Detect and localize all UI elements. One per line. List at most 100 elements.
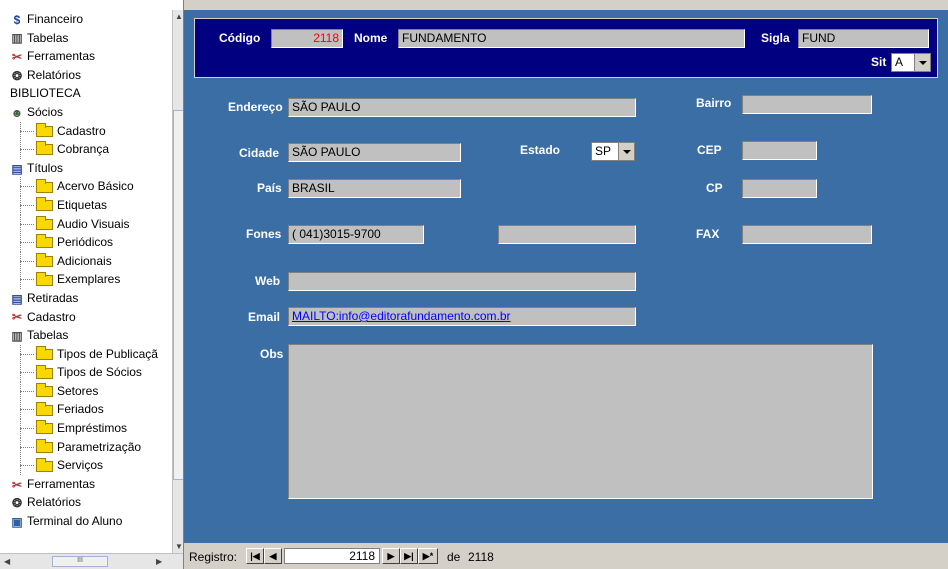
- scroll-up-icon[interactable]: ▲: [175, 12, 183, 21]
- tree-item-label: Parametrização: [57, 439, 142, 454]
- previous-record-icon: ◀: [269, 551, 277, 561]
- nome-label: Nome: [354, 31, 388, 45]
- building-icon: ▥: [11, 31, 23, 46]
- fax-field[interactable]: [742, 225, 872, 244]
- tree-item[interactable]: ▥ Tabelas: [0, 326, 174, 345]
- tree-item[interactable]: Adicionais: [0, 251, 174, 271]
- folder-icon: [36, 383, 53, 398]
- tree-item-label: Cadastro: [27, 309, 76, 324]
- bairro-field[interactable]: [742, 95, 872, 114]
- fones-field[interactable]: ( 041)3015-9700: [288, 225, 424, 244]
- email-field[interactable]: MAILTO:info@editorafundamento.com.br: [288, 307, 636, 326]
- tree-item[interactable]: ✂ Ferramentas: [0, 475, 174, 494]
- tree-item[interactable]: ❂ Relatórios: [0, 493, 174, 512]
- tree-item-label: Feriados: [57, 402, 104, 417]
- estado-combobox[interactable]: SP: [591, 142, 635, 161]
- tree-item[interactable]: ▣ Terminal do Aluno: [0, 512, 174, 531]
- tree-item[interactable]: ❂ Relatórios: [0, 66, 174, 85]
- tree-item-label: Tabelas: [27, 30, 69, 45]
- endereco-label: Endereço: [228, 100, 283, 114]
- tree-item[interactable]: Cadastro: [0, 121, 174, 141]
- first-record-button[interactable]: |◀: [246, 548, 264, 564]
- endereco-field[interactable]: SÃO PAULO: [288, 98, 636, 117]
- tree-horizontal-scrollbar[interactable]: ◀ III ▶: [0, 553, 183, 569]
- tree-item[interactable]: Periódicos: [0, 233, 174, 253]
- tree-vertical-scroll-thumb[interactable]: [173, 110, 183, 480]
- next-record-icon: ▶: [387, 551, 395, 561]
- last-record-button[interactable]: ▶|: [400, 548, 418, 564]
- scroll-left-icon[interactable]: ◀: [4, 557, 10, 566]
- tree-item-label: Cadastro: [57, 123, 106, 138]
- tree-item-label: Tipos de Publicaçã: [57, 346, 158, 361]
- pais-label: País: [257, 181, 282, 195]
- pais-field[interactable]: BRASIL: [288, 179, 461, 198]
- web-field[interactable]: [288, 272, 636, 291]
- tree-item[interactable]: Cobrança: [0, 140, 174, 160]
- tree-item[interactable]: ✂ Ferramentas: [0, 47, 174, 66]
- tree-item[interactable]: Audio Visuais: [0, 214, 174, 234]
- tree-item[interactable]: Acervo Básico: [0, 177, 174, 197]
- cep-field[interactable]: [742, 141, 817, 160]
- bairro-label: Bairro: [696, 96, 732, 110]
- tree-item-label: Etiquetas: [57, 197, 108, 212]
- tree-item[interactable]: Serviços: [0, 456, 174, 476]
- tree-item[interactable]: ▥ Tabelas: [0, 29, 174, 48]
- folder-icon: [36, 141, 53, 156]
- tree-item[interactable]: BIBLIOTECA: [0, 84, 174, 103]
- tree-item-label: Acervo Básico: [57, 179, 134, 194]
- report-icon: ❂: [11, 496, 23, 511]
- navigation-tree: $ Financeiro ▥ Tabelas ✂ Ferramentas ❂ Relatóri…: [0, 0, 184, 569]
- sit-combobox[interactable]: A: [891, 53, 931, 72]
- codigo-field[interactable]: 2118: [271, 29, 343, 48]
- sit-value: A: [895, 55, 904, 69]
- chevron-down-icon[interactable]: [914, 54, 930, 71]
- tree-item[interactable]: Feriados: [0, 400, 174, 420]
- tree-item[interactable]: Setores: [0, 381, 174, 401]
- tree-item-label: Relatórios: [27, 67, 82, 82]
- fones2-field[interactable]: [498, 225, 636, 244]
- tree-item-label: Ferramentas: [27, 476, 96, 491]
- folder-icon: [36, 420, 53, 435]
- tree-horizontal-scroll-thumb[interactable]: III: [52, 556, 108, 567]
- current-record-field[interactable]: 2118: [284, 548, 380, 564]
- open-folder-icon: [36, 178, 53, 193]
- tools-icon: ✂: [11, 310, 23, 325]
- web-label: Web: [255, 274, 281, 288]
- new-record-button[interactable]: ▶*: [418, 548, 438, 564]
- folder-icon: [36, 346, 53, 361]
- nome-field[interactable]: FUNDAMENTO: [398, 29, 745, 48]
- scroll-right-icon[interactable]: ▶: [156, 557, 162, 566]
- next-record-button[interactable]: ▶: [382, 548, 400, 564]
- money-icon: $: [13, 12, 21, 27]
- books-icon: ▤: [11, 161, 23, 176]
- sigla-field[interactable]: FUND: [798, 29, 929, 48]
- tree-item[interactable]: ✂ Cadastro: [0, 308, 174, 327]
- obs-textarea[interactable]: [288, 344, 873, 499]
- tree-item[interactable]: Parametrização: [0, 437, 174, 457]
- first-record-icon: |◀: [250, 551, 260, 561]
- chevron-down-icon[interactable]: [618, 143, 634, 160]
- previous-record-button[interactable]: ◀: [264, 548, 282, 564]
- tree-item[interactable]: $ Financeiro: [0, 10, 174, 29]
- tree-item[interactable]: Tipos de Publicaçã: [0, 344, 174, 364]
- scroll-down-icon[interactable]: ▼: [175, 542, 183, 551]
- tree-item[interactable]: Empréstimos: [0, 419, 174, 439]
- tools-icon: ✂: [11, 477, 23, 492]
- tree-vertical-scrollbar[interactable]: ▲ ▼: [172, 10, 183, 553]
- tree-item-label: Financeiro: [27, 12, 84, 26]
- tree-item[interactable]: Exemplares: [0, 270, 174, 290]
- people-icon: ☻: [10, 105, 24, 120]
- cp-field[interactable]: [742, 179, 817, 198]
- tree-item-label: Empréstimos: [57, 421, 128, 436]
- cidade-field[interactable]: SÃO PAULO: [288, 143, 461, 162]
- tree-item[interactable]: ▤ Retiradas: [0, 289, 174, 308]
- tree-item[interactable]: Tipos de Sócios: [0, 363, 174, 383]
- tree-item[interactable]: ▤ Títulos: [0, 159, 174, 178]
- de-label: de: [447, 550, 461, 564]
- tree-item-label: Sócios: [27, 104, 64, 119]
- computer-icon: ▣: [11, 514, 23, 529]
- tree-item[interactable]: ☻ Sócios: [0, 103, 174, 122]
- codigo-label: Código: [219, 31, 261, 45]
- tree-item[interactable]: Etiquetas: [0, 195, 174, 215]
- tree-item-label: Periódicos: [57, 235, 114, 250]
